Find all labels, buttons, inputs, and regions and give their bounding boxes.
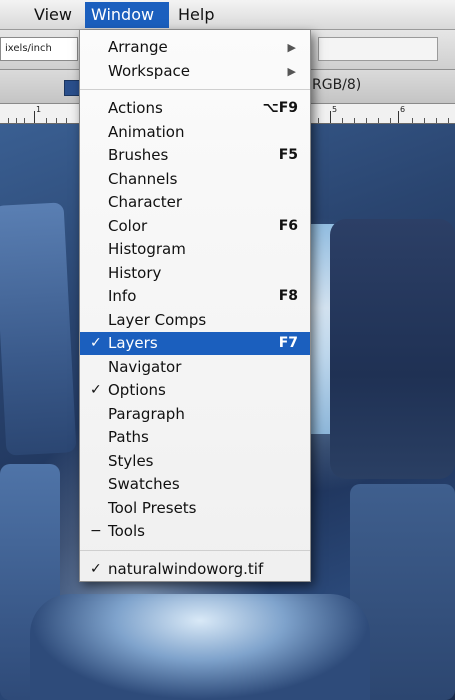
ruler-tick xyxy=(398,111,399,123)
menu-item-layers[interactable]: ✓ Layers F7 xyxy=(80,332,310,355)
checkmark-icon: ✓ xyxy=(90,382,102,398)
ruler-tick xyxy=(24,118,25,123)
dash-icon: − xyxy=(90,523,102,539)
menu-item-label: Channels xyxy=(108,169,178,188)
menu-item-styles[interactable]: Styles xyxy=(80,450,310,473)
ruler-number: 6 xyxy=(400,105,406,114)
menu-window[interactable]: Window xyxy=(85,2,169,28)
options-field[interactable] xyxy=(318,37,438,61)
menu-item-label: Styles xyxy=(108,451,154,470)
ruler-tick xyxy=(424,118,425,123)
submenu-arrow-icon: ▶ xyxy=(287,41,296,54)
menu-item-label: Tools xyxy=(108,522,145,540)
photo-stone xyxy=(0,202,77,456)
window-menu-dropdown: Arrange ▶ Workspace ▶ Actions ⌥F9 Animation Bru… xyxy=(79,30,311,582)
menu-item-arrange[interactable]: Arrange ▶ xyxy=(80,36,310,59)
menu-item-tool-presets[interactable]: Tool Presets xyxy=(80,497,310,520)
menu-item-label: Arrange xyxy=(108,38,168,56)
menu-item-shortcut: F8 xyxy=(278,288,298,304)
ruler-number: 1 xyxy=(36,105,42,114)
ruler-tick xyxy=(342,118,343,123)
menu-item-tools[interactable]: − Tools xyxy=(80,520,310,543)
photo-stone xyxy=(330,219,455,479)
menu-item-history[interactable]: History xyxy=(80,262,310,285)
menu-item-label: Brushes xyxy=(108,146,169,164)
menu-item-workspace[interactable]: Workspace ▶ xyxy=(80,60,310,83)
menu-item-label: Navigator xyxy=(108,357,182,376)
menu-item-label: Layer Comps xyxy=(108,310,207,329)
resolution-units-field[interactable]: ixels/inch xyxy=(0,37,78,61)
menu-item-label: Character xyxy=(108,193,183,211)
menu-item-shortcut: ⌥F9 xyxy=(262,100,298,116)
menu-item-label: Info xyxy=(108,287,137,305)
menu-item-info[interactable]: Info F8 xyxy=(80,285,310,308)
document-mode-label: RGB/8) xyxy=(312,77,362,93)
ruler-tick xyxy=(412,118,413,123)
ruler-tick xyxy=(330,111,331,123)
menu-item-label: naturalwindoworg.tif xyxy=(108,559,264,578)
menu-separator xyxy=(80,89,310,90)
menu-item-label: Paragraph xyxy=(108,404,185,423)
menu-item-histogram[interactable]: Histogram xyxy=(80,238,310,261)
menu-item-naturalwindoworg-tif[interactable]: ✓ naturalwindoworg.tif xyxy=(80,558,310,581)
ruler-tick xyxy=(366,118,367,123)
ruler-tick xyxy=(436,118,437,123)
menu-view[interactable]: View xyxy=(28,2,78,28)
menu-item-options[interactable]: ✓ Options xyxy=(80,379,310,402)
menu-item-label: Actions xyxy=(108,99,163,117)
ruler-tick xyxy=(8,118,9,123)
photo-stone-base xyxy=(30,594,370,700)
menu-item-paragraph[interactable]: Paragraph xyxy=(80,403,310,426)
ruler-tick xyxy=(66,118,67,123)
menu-item-label: History xyxy=(108,263,162,282)
ruler-tick xyxy=(34,111,35,123)
ruler-tick xyxy=(56,118,57,123)
menu-item-label: Tool Presets xyxy=(108,498,197,517)
menu-item-paths[interactable]: Paths xyxy=(80,426,310,449)
menu-item-animation[interactable]: Animation xyxy=(80,121,310,144)
menu-item-shortcut: F6 xyxy=(278,217,298,234)
menu-item-label: Options xyxy=(108,381,166,399)
ruler-tick xyxy=(448,118,449,123)
menu-item-shortcut: F5 xyxy=(278,147,298,163)
menu-item-character[interactable]: Character xyxy=(80,191,310,214)
menu-item-label: Animation xyxy=(108,122,185,141)
menu-item-label: Paths xyxy=(108,428,149,446)
checkmark-icon: ✓ xyxy=(90,560,102,577)
menu-item-color[interactable]: Color F6 xyxy=(80,215,310,238)
menu-item-shortcut: F7 xyxy=(278,335,298,351)
menu-item-actions[interactable]: Actions ⌥F9 xyxy=(80,97,310,120)
menu-item-label: Swatches xyxy=(108,475,180,493)
ruler-tick xyxy=(16,118,17,123)
menu-item-channels[interactable]: Channels xyxy=(80,168,310,191)
ruler-tick xyxy=(318,118,319,123)
ruler-number: 5 xyxy=(332,105,338,114)
submenu-arrow-icon: ▶ xyxy=(287,64,296,78)
document-icon xyxy=(64,80,80,96)
menu-item-brushes[interactable]: Brushes F5 xyxy=(80,144,310,167)
ruler-tick xyxy=(46,118,47,123)
menu-item-label: Layers xyxy=(108,334,158,352)
menu-separator xyxy=(80,549,310,551)
menu-item-navigator[interactable]: Navigator xyxy=(80,356,310,379)
menu-item-label: Workspace xyxy=(108,61,190,80)
menu-item-label: Color xyxy=(108,216,148,235)
ruler-tick xyxy=(354,118,355,123)
ruler-tick xyxy=(378,118,379,123)
ruler-tick xyxy=(390,118,391,123)
checkmark-icon: ✓ xyxy=(90,335,102,351)
menu-item-label: Histogram xyxy=(108,240,186,258)
menu-item-swatches[interactable]: Swatches xyxy=(80,473,310,496)
menu-item-layer-comps[interactable]: Layer Comps xyxy=(80,309,310,332)
menubar: View Window Help xyxy=(0,0,455,30)
menu-help[interactable]: Help xyxy=(172,2,220,28)
